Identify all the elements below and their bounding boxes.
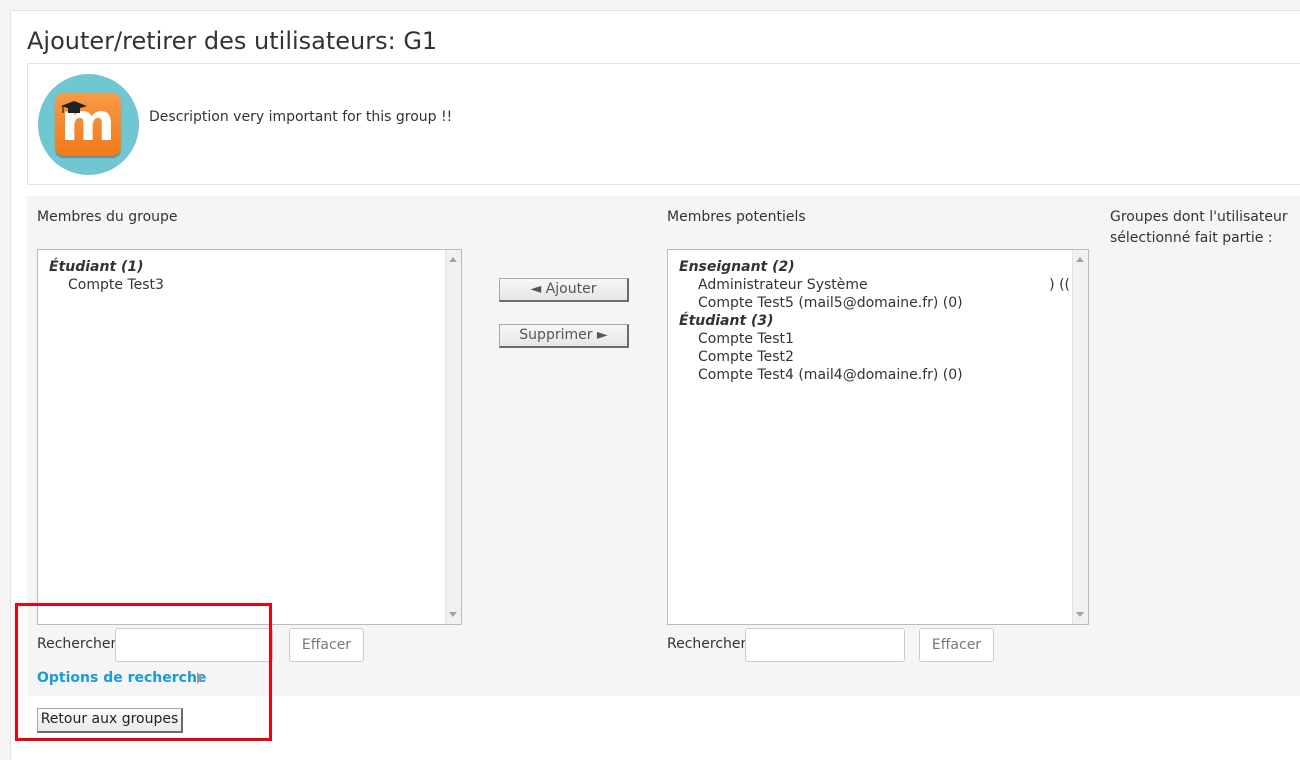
graduation-cap-icon bbox=[61, 101, 87, 113]
group-description: Description very important for this grou… bbox=[149, 109, 453, 125]
potential-search-input[interactable] bbox=[745, 628, 905, 662]
members-optgroup-student: Étudiant (1) bbox=[49, 259, 144, 275]
page-title: Ajouter/retirer des utilisateurs: G1 bbox=[27, 27, 438, 55]
potential-optgroup-teacher: Enseignant (2) bbox=[679, 259, 795, 275]
scroll-down-icon[interactable] bbox=[449, 612, 457, 617]
user-groups-label-line1: Groupes dont l'utilisateur bbox=[1110, 209, 1288, 225]
members-scrollbar[interactable] bbox=[445, 250, 461, 624]
potential-option-label: Administrateur Système bbox=[698, 277, 868, 293]
potential-option-tail: ) (( bbox=[1049, 277, 1070, 293]
members-label: Membres du groupe bbox=[37, 209, 178, 225]
potential-option[interactable]: Compte Test1 bbox=[668, 330, 1088, 348]
highlight-annotation bbox=[15, 603, 272, 741]
moodle-logo-icon: m bbox=[55, 93, 121, 156]
potential-scrollbar[interactable] bbox=[1072, 250, 1088, 624]
potential-select[interactable]: Enseignant (2) Administrateur Système ) … bbox=[667, 249, 1089, 625]
potential-option[interactable]: Compte Test2 bbox=[668, 348, 1088, 366]
remove-button[interactable]: Supprimer ► bbox=[499, 324, 629, 348]
scroll-up-icon[interactable] bbox=[1076, 257, 1084, 262]
scroll-down-icon[interactable] bbox=[1076, 612, 1084, 617]
potential-optgroup-student: Étudiant (3) bbox=[679, 313, 774, 329]
potential-search-label: Rechercher bbox=[667, 636, 747, 652]
members-select[interactable]: Étudiant (1) Compte Test3 bbox=[37, 249, 462, 625]
potential-option[interactable]: Administrateur Système ) (( bbox=[668, 276, 1088, 294]
members-clear-button[interactable]: Effacer bbox=[289, 628, 364, 662]
member-option[interactable]: Compte Test3 bbox=[38, 276, 461, 294]
user-groups-label-line2: sélectionné fait partie : bbox=[1110, 230, 1273, 246]
potential-label: Membres potentiels bbox=[667, 209, 806, 225]
potential-option[interactable]: Compte Test4 (mail4@domaine.fr) (0) bbox=[668, 366, 1088, 384]
scroll-up-icon[interactable] bbox=[449, 257, 457, 262]
group-info-panel: m Description very important for this gr… bbox=[27, 63, 1300, 185]
add-button[interactable]: ◄ Ajouter bbox=[499, 278, 629, 302]
group-picture: m bbox=[38, 74, 139, 175]
potential-clear-button[interactable]: Effacer bbox=[919, 628, 994, 662]
potential-option[interactable]: Compte Test5 (mail5@domaine.fr) (0) bbox=[668, 294, 1088, 312]
